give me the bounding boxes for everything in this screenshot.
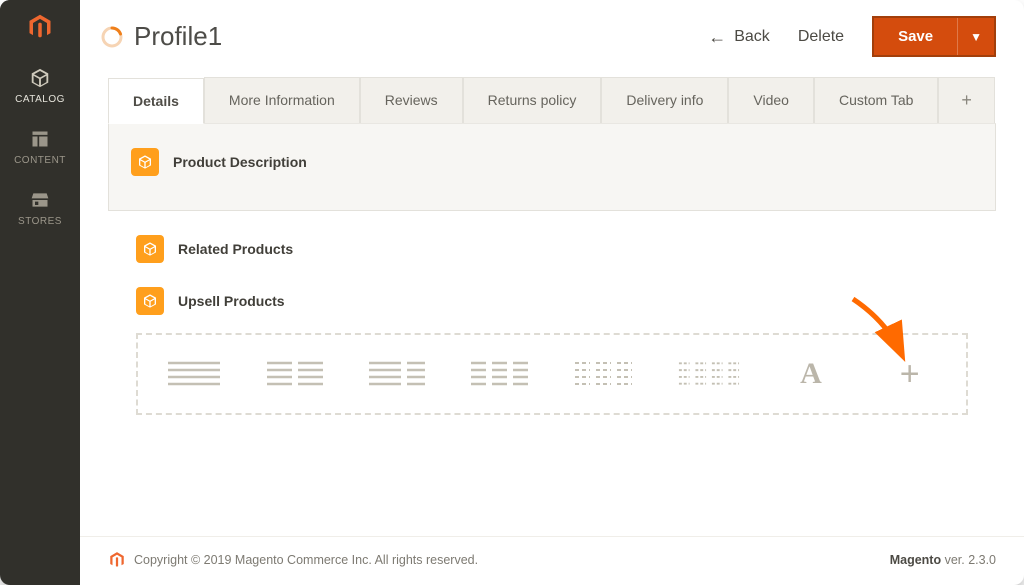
save-button[interactable]: Save <box>874 18 957 55</box>
tab-returns-policy[interactable]: Returns policy <box>463 77 602 123</box>
layout-2col-sidebar[interactable] <box>367 357 427 391</box>
arrow-left-icon: ← <box>708 28 726 46</box>
footer-version: 2.3.0 <box>968 553 996 567</box>
block-upsell-products[interactable]: Upsell Products <box>108 273 996 315</box>
tab-details[interactable]: Details <box>108 78 204 124</box>
magento-logo-icon <box>108 551 126 569</box>
text-block-icon: A <box>800 357 822 391</box>
cube-icon <box>29 67 51 89</box>
sidebar-item-stores[interactable]: STORES <box>0 176 80 237</box>
layout-4col[interactable] <box>677 357 741 391</box>
spinner-icon <box>100 25 124 49</box>
copyright-text: Copyright © 2019 Magento Commerce Inc. A… <box>134 553 478 567</box>
tab-video[interactable]: Video <box>728 77 814 123</box>
layout-icon <box>30 129 50 149</box>
tab-delivery-info[interactable]: Delivery info <box>601 77 728 123</box>
sidebar-label: CATALOG <box>15 94 65 105</box>
block-label: Related Products <box>178 241 293 257</box>
layout-4col-icon <box>677 359 741 389</box>
content-body: Details More Information Reviews Returns… <box>80 67 1024 536</box>
block-related-products[interactable]: Related Products <box>108 221 996 263</box>
layout-3col-icon <box>469 359 531 389</box>
add-tab-button[interactable]: + <box>938 77 995 123</box>
store-icon <box>30 190 50 210</box>
block-product-description[interactable]: Product Description <box>131 148 973 176</box>
tab-reviews[interactable]: Reviews <box>360 77 463 123</box>
block-label: Product Description <box>173 154 307 170</box>
cube-icon <box>137 154 153 170</box>
layout-2col-icon <box>265 359 325 389</box>
sidebar-item-catalog[interactable]: CATALOG <box>0 54 80 115</box>
plus-icon: + <box>900 357 920 391</box>
sidebar-item-content[interactable]: CONTENT <box>0 115 80 176</box>
page-footer: Copyright © 2019 Magento Commerce Inc. A… <box>80 536 1024 585</box>
block-icon <box>136 235 164 263</box>
layout-text-block[interactable]: A <box>783 357 840 391</box>
layout-1col-icon <box>166 359 222 389</box>
block-icon <box>131 148 159 176</box>
page-header: Profile1 ← Back Delete Save ▼ <box>80 0 1024 67</box>
layout-2col-sidebar-icon <box>367 359 427 389</box>
plus-icon: + <box>961 90 972 110</box>
caret-down-icon: ▼ <box>970 30 982 44</box>
sidebar-label: STORES <box>18 216 62 227</box>
cube-icon <box>142 293 158 309</box>
magento-logo[interactable] <box>0 0 80 54</box>
admin-sidebar: CATALOG CONTENT STORES <box>0 0 80 585</box>
tabs-bar: Details More Information Reviews Returns… <box>108 77 996 124</box>
save-button-group: Save ▼ <box>872 16 996 57</box>
layout-3col-narrow[interactable] <box>573 357 635 391</box>
layout-add-block[interactable]: + <box>881 357 938 391</box>
block-label: Upsell Products <box>178 293 285 309</box>
block-icon <box>136 287 164 315</box>
delete-label: Delete <box>798 28 844 46</box>
cube-icon <box>142 241 158 257</box>
magento-logo-icon <box>26 13 54 41</box>
app-window: CATALOG CONTENT STORES Profile1 ← Back D… <box>0 0 1024 585</box>
tab-panel-details: Product Description <box>108 124 996 211</box>
footer-version-prefix: ver. <box>941 553 968 567</box>
footer-brand: Magento <box>890 553 941 567</box>
sidebar-label: CONTENT <box>14 155 66 166</box>
tab-more-information[interactable]: More Information <box>204 77 360 123</box>
back-button[interactable]: ← Back <box>694 20 784 54</box>
layout-3col-narrow-icon <box>573 359 635 389</box>
layout-2col[interactable] <box>265 357 325 391</box>
page-title: Profile1 <box>134 21 222 52</box>
layout-3col[interactable] <box>469 357 531 391</box>
save-dropdown-button[interactable]: ▼ <box>957 18 994 55</box>
back-label: Back <box>734 28 770 46</box>
layout-1col[interactable] <box>166 357 223 391</box>
layout-picker: A + <box>136 333 968 415</box>
main-area: Profile1 ← Back Delete Save ▼ Details Mo… <box>80 0 1024 585</box>
tab-custom-tab[interactable]: Custom Tab <box>814 77 938 123</box>
delete-button[interactable]: Delete <box>784 20 858 54</box>
